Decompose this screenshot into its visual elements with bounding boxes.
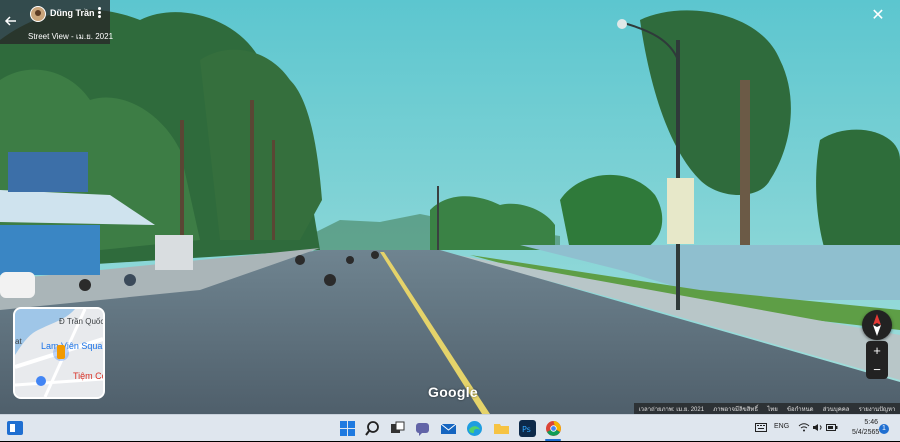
clock-date: 5/4/2565 (852, 429, 880, 436)
notification-badge[interactable]: 1 (879, 424, 889, 434)
battery-icon[interactable] (826, 423, 838, 434)
attribution-bar: เวลาถ่ายภาพ: เม.ย. 2021 ภาพอาจมีลิขสิทธิ… (634, 403, 900, 414)
mini-map-street-label: Đ Trần Quốc To (59, 317, 105, 326)
zoom-out-button[interactable]: − (866, 360, 888, 379)
avatar[interactable] (30, 6, 46, 22)
chrome-icon[interactable] (545, 420, 562, 437)
street-view-date[interactable]: Street View - เม.ย. 2021 (28, 30, 113, 43)
widgets-icon[interactable] (6, 420, 24, 436)
wifi-icon[interactable] (798, 423, 810, 434)
keyboard-icon[interactable] (755, 423, 767, 434)
search-icon[interactable] (364, 420, 381, 437)
more-options-icon[interactable] (96, 6, 102, 20)
language-link[interactable]: ไทย (767, 404, 778, 414)
taskbar: Ps ENG 5:46 5/4/2565 1 (0, 414, 900, 441)
teams-chat-icon[interactable] (414, 420, 431, 437)
system-clock[interactable]: 5:46 5/4/2565 (852, 418, 880, 438)
clock-time: 5:46 (864, 419, 878, 426)
task-view-icon[interactable] (389, 420, 406, 437)
back-arrow-icon[interactable] (4, 14, 18, 28)
report-problem-link[interactable]: รายงานปัญหา (859, 404, 896, 414)
terms-link[interactable]: ข้อกำหนด (787, 404, 814, 414)
street-scene-image (0, 0, 900, 414)
compass-icon[interactable] (862, 310, 892, 340)
privacy-link[interactable]: ส่วนบุคคล (823, 404, 850, 414)
mini-map-place-label: Tiệm Cơ (73, 371, 105, 381)
close-icon[interactable]: ✕ (870, 8, 886, 24)
photoshop-icon[interactable]: Ps (519, 420, 536, 437)
language-indicator[interactable]: ENG (774, 423, 789, 430)
file-explorer-icon[interactable] (493, 420, 510, 437)
mini-map-place-label: Lam Viên Squar (41, 341, 105, 351)
mail-icon[interactable] (440, 420, 457, 437)
street-view-panorama[interactable] (0, 0, 900, 414)
capture-date-label: เวลาถ่ายภาพ: เม.ย. 2021 (638, 406, 705, 413)
mini-map[interactable]: Đ Trần Quốc To at Lam Viên Squar Tiệm Cơ (13, 307, 105, 399)
pegman-icon[interactable] (57, 345, 65, 359)
copyright-link[interactable]: ภาพอาจมีลิขสิทธิ์ (713, 404, 758, 414)
author-name[interactable]: Dũng Trần (50, 8, 95, 18)
volume-icon[interactable] (812, 423, 823, 434)
mini-map-edge-label: at (15, 337, 22, 346)
street-view-info-card: Dũng Trần Street View - เม.ย. 2021 (0, 0, 113, 44)
edge-browser-icon[interactable] (466, 420, 483, 437)
svg-text:Ps: Ps (522, 425, 531, 434)
start-icon[interactable] (339, 420, 356, 437)
zoom-control: + − (866, 341, 888, 379)
zoom-in-button[interactable]: + (866, 341, 888, 360)
google-watermark: Google (428, 384, 479, 400)
